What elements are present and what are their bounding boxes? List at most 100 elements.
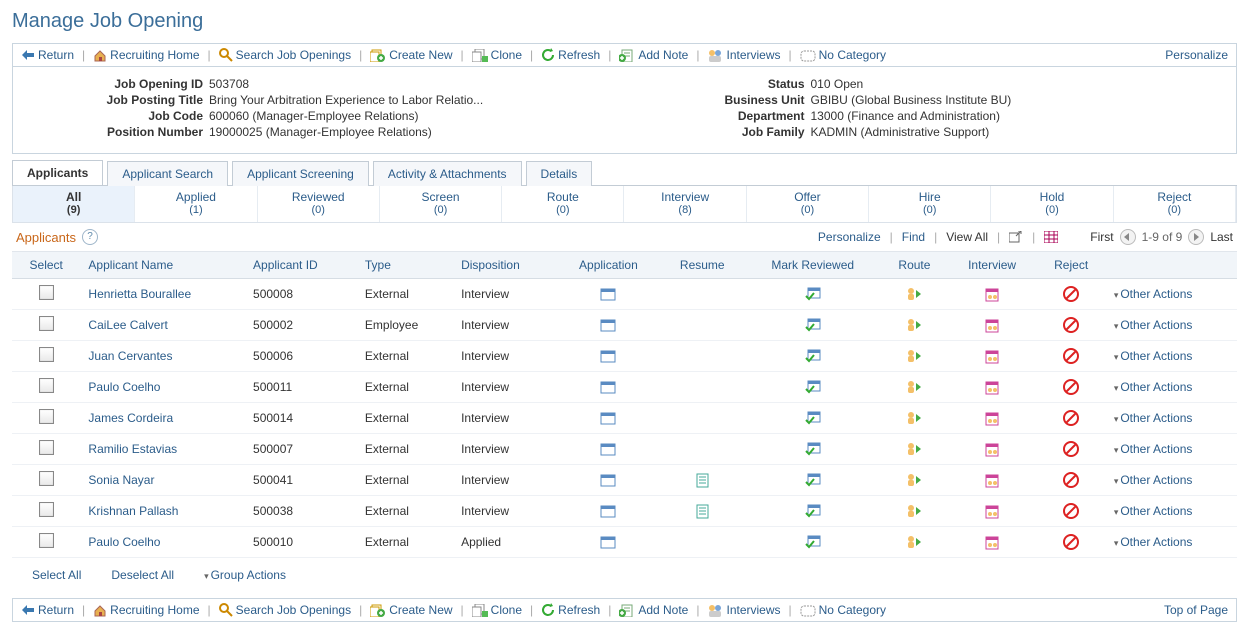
group-actions-link[interactable]: ▾Group Actions xyxy=(204,568,286,582)
other-actions-link[interactable]: ▾Other Actions xyxy=(1114,318,1193,332)
toolbar-clone[interactable]: Clone xyxy=(472,48,522,62)
other-actions-link[interactable]: ▾Other Actions xyxy=(1114,535,1193,549)
other-actions-link[interactable]: ▾Other Actions xyxy=(1114,504,1193,518)
reject-icon[interactable] xyxy=(1063,534,1079,550)
toolbar-recruiting-home[interactable]: Recruiting Home xyxy=(93,48,199,62)
route-icon[interactable] xyxy=(906,349,922,364)
tab-applicants[interactable]: Applicants xyxy=(12,160,103,185)
reject-icon[interactable] xyxy=(1063,286,1079,302)
toolbar-clone[interactable]: Clone xyxy=(472,603,522,617)
route-icon[interactable] xyxy=(906,535,922,550)
col-disposition[interactable]: Disposition xyxy=(453,252,557,279)
tab-activity-attachments[interactable]: Activity & Attachments xyxy=(373,161,522,186)
resume-icon[interactable] xyxy=(696,504,709,519)
top-of-page-link[interactable]: Top of Page xyxy=(1164,603,1228,617)
applicant-name-link[interactable]: Paulo Coelho xyxy=(88,535,160,549)
mark-reviewed-icon[interactable] xyxy=(805,380,821,394)
toolbar-create-new[interactable]: Create New xyxy=(370,48,452,62)
toolbar-no-category[interactable]: No Category xyxy=(800,603,886,617)
route-icon[interactable] xyxy=(906,380,922,395)
tab-applicant-screening[interactable]: Applicant Screening xyxy=(232,161,369,186)
route-icon[interactable] xyxy=(906,287,922,302)
other-actions-link[interactable]: ▾Other Actions xyxy=(1114,349,1193,363)
filter-all[interactable]: All(9) xyxy=(13,186,135,222)
toolbar-search-job-openings[interactable]: Search Job Openings xyxy=(219,48,351,62)
application-icon[interactable] xyxy=(600,443,616,456)
row-select-checkbox[interactable] xyxy=(39,502,54,517)
interview-icon[interactable] xyxy=(984,504,1000,519)
interview-icon[interactable] xyxy=(984,318,1000,333)
row-select-checkbox[interactable] xyxy=(39,471,54,486)
col-application[interactable]: Application xyxy=(557,252,661,279)
grid-personalize-link[interactable]: Personalize xyxy=(818,230,881,244)
applicant-name-link[interactable]: Paulo Coelho xyxy=(88,380,160,394)
application-icon[interactable] xyxy=(600,381,616,394)
personalize-link[interactable]: Personalize xyxy=(1165,48,1228,62)
filter-interview[interactable]: Interview(8) xyxy=(624,186,746,222)
mark-reviewed-icon[interactable] xyxy=(805,411,821,425)
toolbar-search-job-openings[interactable]: Search Job Openings xyxy=(219,603,351,617)
row-select-checkbox[interactable] xyxy=(39,316,54,331)
route-icon[interactable] xyxy=(906,504,922,519)
other-actions-link[interactable]: ▾Other Actions xyxy=(1114,442,1193,456)
interview-icon[interactable] xyxy=(984,473,1000,488)
tab-applicant-search[interactable]: Applicant Search xyxy=(107,161,228,186)
filter-route[interactable]: Route(0) xyxy=(502,186,624,222)
toolbar-refresh[interactable]: Refresh xyxy=(541,603,600,617)
toolbar-return[interactable]: Return xyxy=(21,603,74,617)
applicant-name-link[interactable]: Sonia Nayar xyxy=(88,473,154,487)
col-actions[interactable] xyxy=(1106,252,1237,279)
reject-icon[interactable] xyxy=(1063,317,1079,333)
mark-reviewed-icon[interactable] xyxy=(805,504,821,518)
tab-details[interactable]: Details xyxy=(526,161,593,186)
other-actions-link[interactable]: ▾Other Actions xyxy=(1114,473,1193,487)
row-select-checkbox[interactable] xyxy=(39,378,54,393)
mark-reviewed-icon[interactable] xyxy=(805,287,821,301)
other-actions-link[interactable]: ▾Other Actions xyxy=(1114,287,1193,301)
application-icon[interactable] xyxy=(600,536,616,549)
interview-icon[interactable] xyxy=(984,442,1000,457)
toolbar-refresh[interactable]: Refresh xyxy=(541,48,600,62)
filter-screen[interactable]: Screen(0) xyxy=(380,186,502,222)
resume-icon[interactable] xyxy=(696,473,709,488)
toolbar-create-new[interactable]: Create New xyxy=(370,603,452,617)
col-applicant-id[interactable]: Applicant ID xyxy=(245,252,357,279)
toolbar-interviews[interactable]: Interviews xyxy=(707,48,780,62)
col-resume[interactable]: Resume xyxy=(660,252,744,279)
reject-icon[interactable] xyxy=(1063,379,1079,395)
last-link[interactable]: Last xyxy=(1210,230,1233,244)
col-type[interactable]: Type xyxy=(357,252,453,279)
interview-icon[interactable] xyxy=(984,411,1000,426)
row-select-checkbox[interactable] xyxy=(39,409,54,424)
mark-reviewed-icon[interactable] xyxy=(805,318,821,332)
filter-hire[interactable]: Hire(0) xyxy=(869,186,991,222)
help-icon[interactable]: ? xyxy=(82,229,98,245)
reject-icon[interactable] xyxy=(1063,410,1079,426)
interview-icon[interactable] xyxy=(984,535,1000,550)
applicant-name-link[interactable]: Ramilio Estavias xyxy=(88,442,177,456)
application-icon[interactable] xyxy=(600,474,616,487)
col-reject[interactable]: Reject xyxy=(1036,252,1105,279)
interview-icon[interactable] xyxy=(984,287,1000,302)
filter-offer[interactable]: Offer(0) xyxy=(747,186,869,222)
applicant-name-link[interactable]: Juan Cervantes xyxy=(88,349,172,363)
row-select-checkbox[interactable] xyxy=(39,533,54,548)
route-icon[interactable] xyxy=(906,442,922,457)
filter-reject[interactable]: Reject(0) xyxy=(1114,186,1236,222)
reject-icon[interactable] xyxy=(1063,503,1079,519)
reject-icon[interactable] xyxy=(1063,472,1079,488)
applicant-name-link[interactable]: James Cordeira xyxy=(88,411,173,425)
application-icon[interactable] xyxy=(600,288,616,301)
filter-hold[interactable]: Hold(0) xyxy=(991,186,1113,222)
filter-reviewed[interactable]: Reviewed(0) xyxy=(258,186,380,222)
deselect-all-link[interactable]: Deselect All xyxy=(111,568,174,582)
toolbar-interviews[interactable]: Interviews xyxy=(707,603,780,617)
col-select[interactable]: Select xyxy=(12,252,80,279)
application-icon[interactable] xyxy=(600,350,616,363)
application-icon[interactable] xyxy=(600,412,616,425)
route-icon[interactable] xyxy=(906,411,922,426)
interview-icon[interactable] xyxy=(984,380,1000,395)
mark-reviewed-icon[interactable] xyxy=(805,473,821,487)
row-select-checkbox[interactable] xyxy=(39,347,54,362)
next-icon[interactable] xyxy=(1188,229,1204,245)
